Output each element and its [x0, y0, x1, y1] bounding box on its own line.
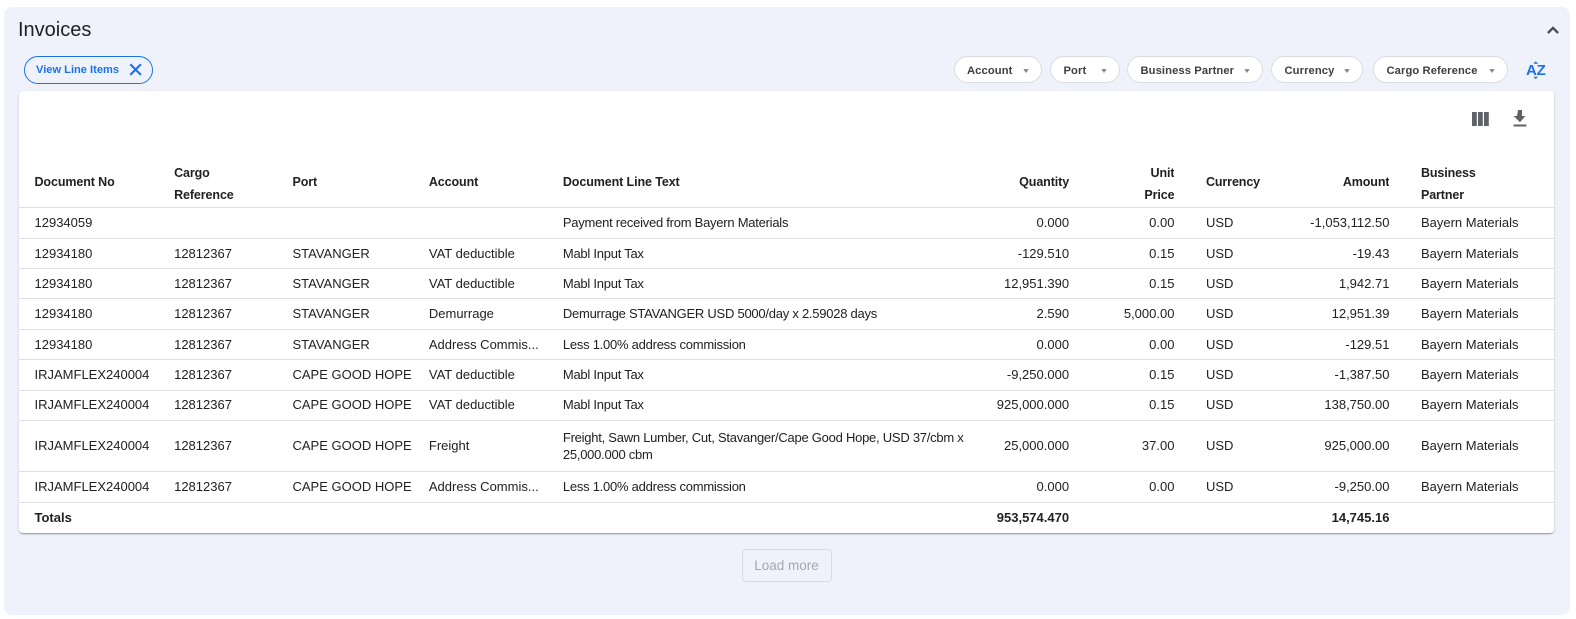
- svg-text:AZ: AZ: [1526, 62, 1546, 79]
